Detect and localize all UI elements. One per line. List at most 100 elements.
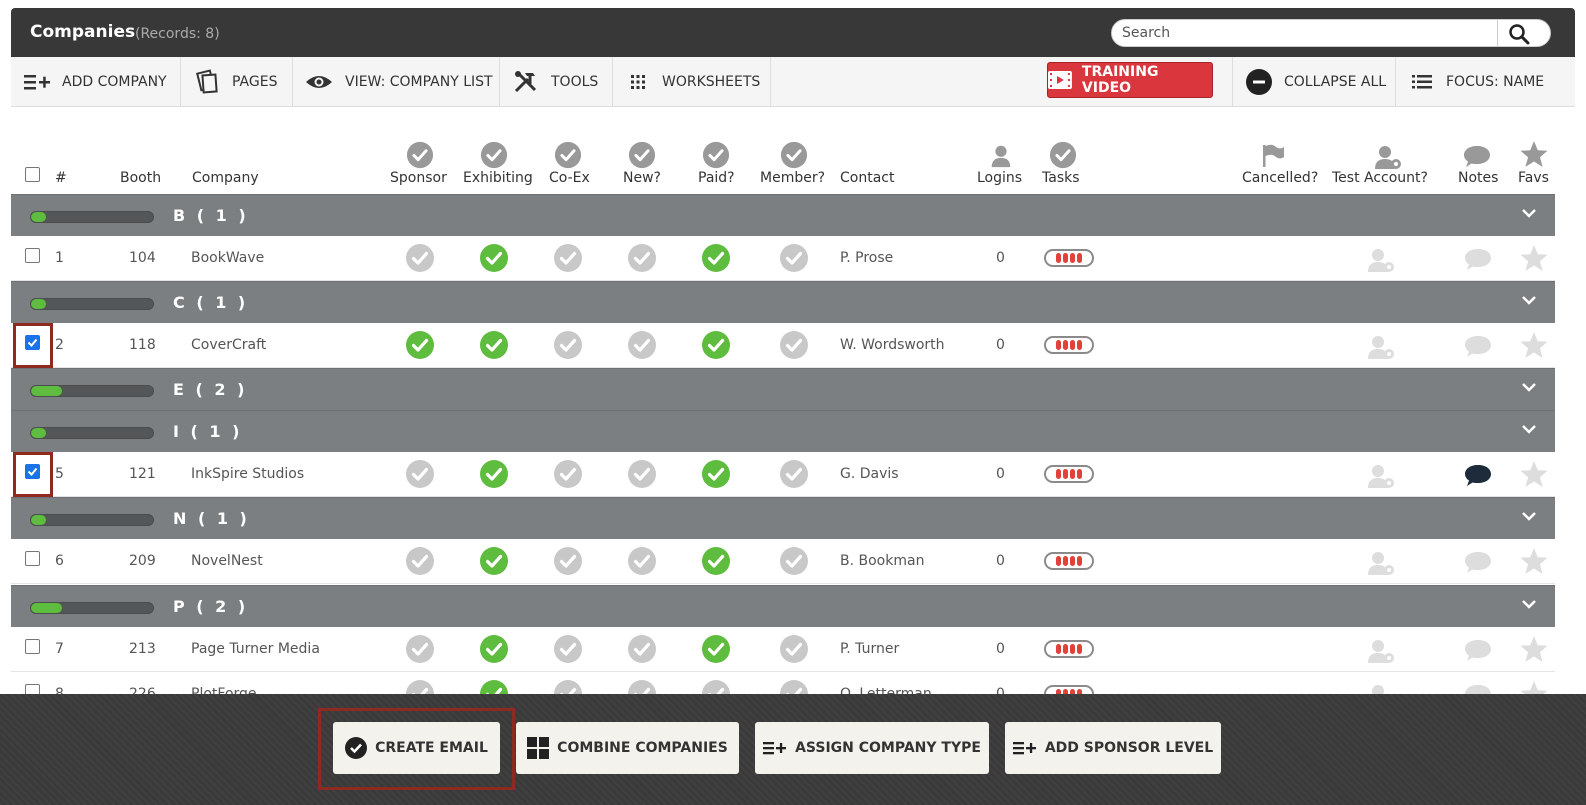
notes-icon[interactable] xyxy=(1463,549,1493,575)
notes-icon[interactable] xyxy=(1463,333,1493,359)
contact-name[interactable]: P. Turner xyxy=(840,641,899,657)
group-header[interactable]: N ( 1 ) xyxy=(11,497,1555,539)
col-favs[interactable]: Favs xyxy=(1518,170,1549,186)
coex-check-icon[interactable] xyxy=(553,243,583,273)
tasks-indicator[interactable] xyxy=(1044,249,1094,267)
coex-check-icon[interactable] xyxy=(553,459,583,489)
sponsor-check-icon[interactable] xyxy=(405,330,435,360)
new-check-icon[interactable] xyxy=(627,634,657,664)
member-check-icon[interactable] xyxy=(779,243,809,273)
tools-button[interactable]: TOOLS xyxy=(500,57,613,106)
contact-name[interactable]: G. Davis xyxy=(840,466,899,482)
create-email-button[interactable]: CREATE EMAIL xyxy=(333,722,500,774)
assign-company-type-button[interactable]: ASSIGN COMPANY TYPE xyxy=(755,722,989,774)
contact-name[interactable]: P. Prose xyxy=(840,250,893,266)
col-member[interactable]: Member? xyxy=(760,170,825,186)
contact-name[interactable]: W. Wordsworth xyxy=(840,337,945,353)
sponsor-check-icon[interactable] xyxy=(405,459,435,489)
paid-check-icon[interactable] xyxy=(701,634,731,664)
member-check-icon[interactable] xyxy=(779,459,809,489)
new-check-icon[interactable] xyxy=(627,330,657,360)
company-name[interactable]: Page Turner Media xyxy=(191,641,320,657)
table-row[interactable]: 7 213 Page Turner Media P. Turner 0 xyxy=(11,627,1555,672)
tasks-indicator[interactable] xyxy=(1044,552,1094,570)
col-sponsor[interactable]: Sponsor xyxy=(390,170,447,186)
col-num[interactable]: # xyxy=(55,170,67,186)
favorite-star-icon[interactable] xyxy=(1520,244,1548,272)
exhibiting-check-icon[interactable] xyxy=(479,546,509,576)
test-account-icon[interactable] xyxy=(1364,462,1398,490)
favorite-star-icon[interactable] xyxy=(1520,547,1548,575)
add-sponsor-level-button[interactable]: ADD SPONSOR LEVEL xyxy=(1005,722,1221,774)
sponsor-check-icon[interactable] xyxy=(405,243,435,273)
combine-companies-button[interactable]: COMBINE COMPANIES xyxy=(516,722,739,774)
col-tasks[interactable]: Tasks xyxy=(1042,170,1080,186)
col-test-account[interactable]: Test Account? xyxy=(1332,170,1428,186)
row-checkbox[interactable] xyxy=(25,248,40,263)
notes-icon[interactable] xyxy=(1463,637,1493,663)
member-check-icon[interactable] xyxy=(779,330,809,360)
coex-check-icon[interactable] xyxy=(553,546,583,576)
tasks-indicator[interactable] xyxy=(1044,640,1094,658)
coex-check-icon[interactable] xyxy=(553,634,583,664)
group-header[interactable]: E ( 2 ) xyxy=(11,368,1555,410)
add-company-button[interactable]: ADD COMPANY xyxy=(11,57,181,106)
paid-check-icon[interactable] xyxy=(701,243,731,273)
chevron-down-icon[interactable] xyxy=(1521,423,1537,435)
view-company-list-button[interactable]: VIEW: COMPANY LIST xyxy=(293,57,500,106)
table-row[interactable]: 2 118 CoverCraft W. Wordsworth 0 xyxy=(11,323,1555,368)
group-header[interactable]: C ( 1 ) xyxy=(11,281,1555,323)
collapse-all-button[interactable]: COLLAPSE ALL xyxy=(1232,57,1396,106)
new-check-icon[interactable] xyxy=(627,243,657,273)
table-row[interactable]: 6 209 NovelNest B. Bookman 0 xyxy=(11,539,1555,584)
test-account-icon[interactable] xyxy=(1364,637,1398,665)
col-contact[interactable]: Contact xyxy=(840,170,894,186)
search-input[interactable] xyxy=(1122,23,1492,43)
col-exhibiting[interactable]: Exhibiting xyxy=(463,170,533,186)
company-name[interactable]: BookWave xyxy=(191,250,264,266)
chevron-down-icon[interactable] xyxy=(1521,381,1537,393)
row-checkbox[interactable] xyxy=(25,551,40,566)
select-all-checkbox[interactable] xyxy=(25,167,40,182)
company-name[interactable]: CoverCraft xyxy=(191,337,266,353)
exhibiting-check-icon[interactable] xyxy=(479,459,509,489)
paid-check-icon[interactable] xyxy=(701,546,731,576)
sponsor-check-icon[interactable] xyxy=(405,634,435,664)
group-header[interactable]: I ( 1 ) xyxy=(11,410,1555,452)
sponsor-check-icon[interactable] xyxy=(405,546,435,576)
favorite-star-icon[interactable] xyxy=(1520,635,1548,663)
test-account-icon[interactable] xyxy=(1364,333,1398,361)
row-checkbox[interactable] xyxy=(25,335,40,350)
company-name[interactable]: InkSpire Studios xyxy=(191,466,304,482)
notes-icon[interactable] xyxy=(1463,462,1493,488)
company-name[interactable]: NovelNest xyxy=(191,553,263,569)
member-check-icon[interactable] xyxy=(779,634,809,664)
table-row[interactable]: 1 104 BookWave P. Prose 0 xyxy=(11,236,1555,281)
coex-check-icon[interactable] xyxy=(553,330,583,360)
col-paid[interactable]: Paid? xyxy=(698,170,735,186)
contact-name[interactable]: B. Bookman xyxy=(840,553,924,569)
chevron-down-icon[interactable] xyxy=(1521,207,1537,219)
worksheets-button[interactable]: WORKSHEETS xyxy=(613,57,771,106)
new-check-icon[interactable] xyxy=(627,546,657,576)
tasks-indicator[interactable] xyxy=(1044,336,1094,354)
paid-check-icon[interactable] xyxy=(701,330,731,360)
group-header[interactable]: B ( 1 ) xyxy=(11,194,1555,236)
search-icon[interactable] xyxy=(1508,23,1530,45)
tasks-indicator[interactable] xyxy=(1044,465,1094,483)
col-company[interactable]: Company xyxy=(192,170,259,186)
row-checkbox[interactable] xyxy=(25,464,40,479)
exhibiting-check-icon[interactable] xyxy=(479,330,509,360)
new-check-icon[interactable] xyxy=(627,459,657,489)
notes-icon[interactable] xyxy=(1463,246,1493,272)
test-account-icon[interactable] xyxy=(1364,246,1398,274)
col-logins[interactable]: Logins xyxy=(977,170,1022,186)
chevron-down-icon[interactable] xyxy=(1521,294,1537,306)
row-checkbox[interactable] xyxy=(25,639,40,654)
pages-button[interactable]: PAGES xyxy=(181,57,293,106)
training-video-button[interactable]: TRAINING VIDEO xyxy=(1047,62,1213,98)
table-row[interactable]: 5 121 InkSpire Studios G. Davis 0 xyxy=(11,452,1555,497)
col-new[interactable]: New? xyxy=(623,170,661,186)
favorite-star-icon[interactable] xyxy=(1520,460,1548,488)
exhibiting-check-icon[interactable] xyxy=(479,243,509,273)
